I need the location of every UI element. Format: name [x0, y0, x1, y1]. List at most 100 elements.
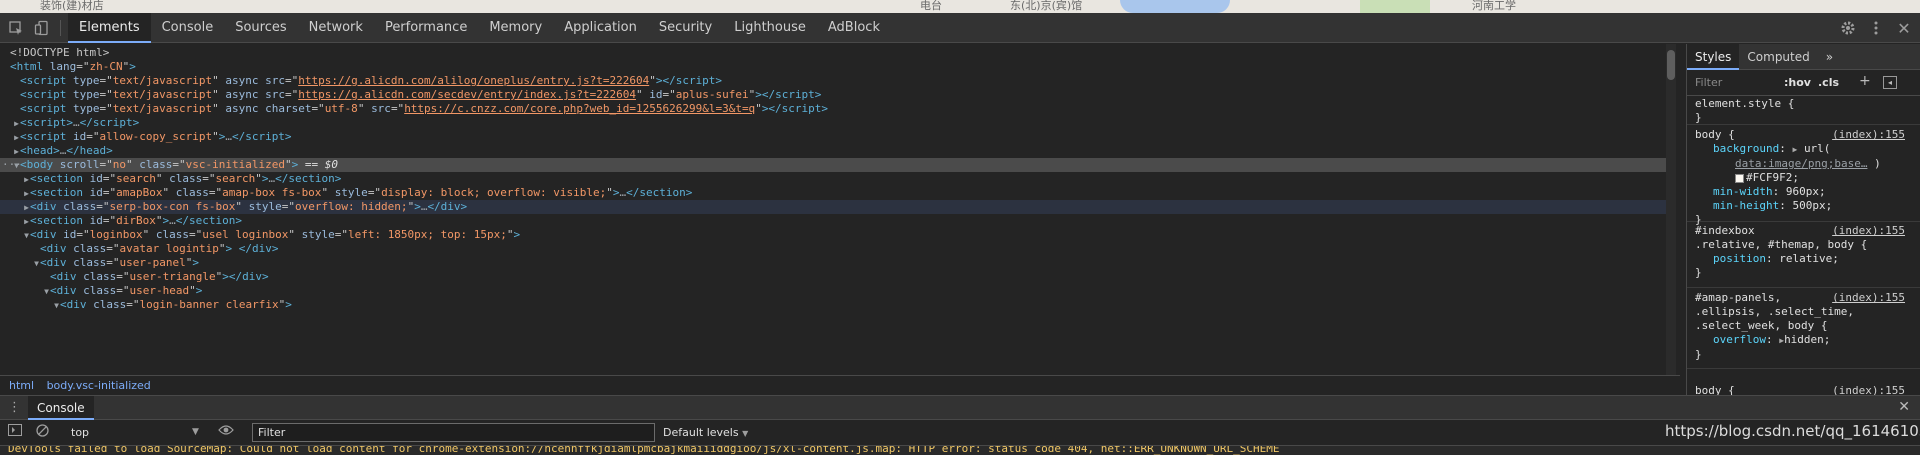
bg-text: 装饰(建)材店	[40, 0, 104, 12]
tab-elements[interactable]: Elements	[68, 13, 151, 43]
close-drawer-icon[interactable]: ✕	[1898, 399, 1910, 415]
map-park	[1360, 0, 1430, 13]
console-drawer: ⋮ Console ✕ top ▼ Filter Default levels …	[0, 395, 1920, 455]
rule-source-link[interactable]: (index):155	[1832, 128, 1905, 142]
tab-computed[interactable]: Computed	[1739, 44, 1817, 70]
tab-styles[interactable]: Styles	[1687, 44, 1740, 70]
dom-node-line[interactable]: ··· ▼<body scroll="no" class="vsc-initial…	[0, 158, 1670, 172]
rule-selector: #amap-panels,	[1695, 291, 1782, 304]
toggle-sidebar-icon[interactable]: ◂	[1883, 76, 1897, 89]
css-prop-value[interactable]: 960px;	[1786, 185, 1826, 198]
watermark-text: https://blog.csdn.net/qq_16146103	[1665, 422, 1920, 440]
rule-close: }	[1695, 111, 1702, 124]
background-page-strip: 装饰(建)材店 东(北)京(宾)馆 河南工学 电台	[0, 0, 1920, 13]
styles-filter-row: Filter :hov .cls + ◂	[1687, 70, 1920, 96]
more-tabs-icon[interactable]: »	[1818, 44, 1841, 70]
css-color-value[interactable]: #FCF9F2;	[1746, 171, 1799, 184]
log-levels-label: Default levels	[663, 426, 739, 439]
tab-network[interactable]: Network	[298, 13, 374, 43]
console-error-message: DevTools failed to load SourceMap: Could…	[0, 446, 1920, 455]
chevron-down-icon[interactable]: ▼	[192, 427, 199, 437]
breadcrumb-body[interactable]: body.vsc-initialized	[47, 379, 151, 392]
drawer-menu-icon[interactable]: ⋮	[8, 400, 21, 415]
dom-node-line[interactable]: <script type="text/javascript" async src…	[0, 74, 1670, 88]
dom-node-line[interactable]: ▶<script>…</script>	[0, 116, 1670, 130]
css-rule-body: body { (index):155 background: ▶ url( da…	[1687, 128, 1920, 226]
dom-node-line[interactable]: <script type="text/javascript" async cha…	[0, 102, 1670, 116]
tab-adblock[interactable]: AdBlock	[817, 13, 891, 43]
bg-text: 电台	[920, 0, 942, 12]
css-prop-value[interactable]: 500px;	[1792, 199, 1832, 212]
css-prop-name[interactable]: position	[1695, 252, 1766, 265]
dom-node-line[interactable]: ▼<div id="loginbox" class="usel loginbox…	[0, 228, 1670, 242]
rule-selector: .relative, #themap, body {	[1695, 238, 1868, 251]
styles-filter-input[interactable]: Filter	[1695, 76, 1722, 89]
css-url-value[interactable]: data:image/png;base…	[1735, 157, 1867, 170]
dom-node-line[interactable]: ▶<section id="dirBox">…</section>	[0, 214, 1670, 228]
dom-node-line[interactable]: <!DOCTYPE html>	[0, 46, 1670, 60]
dom-node-line[interactable]: <script type="text/javascript" async src…	[0, 88, 1670, 102]
inspect-element-icon[interactable]	[2, 13, 30, 43]
rule-close: }	[1695, 266, 1702, 279]
css-rule-amap-panels: #amap-panels, (index):155 .ellipsis, .se…	[1687, 291, 1920, 369]
css-prop-value[interactable]: url(	[1804, 142, 1831, 155]
settings-gear-icon[interactable]	[1834, 13, 1862, 43]
styles-tabs: Styles Computed »	[1687, 44, 1920, 70]
more-options-icon[interactable]	[1862, 13, 1890, 43]
dom-node-line[interactable]: ▶<head>…</head>	[0, 144, 1670, 158]
log-levels-dropdown[interactable]: Default levels ▼	[663, 426, 748, 439]
rule-selector: body {	[1695, 128, 1735, 141]
color-swatch[interactable]	[1735, 173, 1744, 183]
dom-node-line[interactable]: ▶<script id="allow-copy_script">…</scrip…	[0, 130, 1670, 144]
dom-node-line[interactable]: ▼<div class="user-head">	[0, 284, 1670, 298]
tab-memory[interactable]: Memory	[478, 13, 553, 43]
dom-node-line[interactable]: ▶<section id="search" class="search">…</…	[0, 172, 1670, 186]
rule-source-link[interactable]: (index):155	[1832, 291, 1905, 305]
styles-pane: Styles Computed » Filter :hov .cls + ◂ e…	[1686, 44, 1920, 395]
rule-selector: body {	[1695, 384, 1735, 395]
css-prop-name[interactable]: min-width	[1695, 185, 1773, 198]
css-prop-value[interactable]: hidden;	[1784, 333, 1830, 346]
cls-toggle[interactable]: .cls	[1818, 76, 1839, 89]
device-toolbar-icon[interactable]	[28, 13, 56, 43]
panel-tabs: Elements Console Sources Network Perform…	[68, 13, 891, 43]
console-filter-input[interactable]: Filter	[252, 423, 655, 442]
rule-close: }	[1695, 348, 1702, 361]
dom-node-line[interactable]: ▼<div class="login-banner clearfix">	[0, 298, 1670, 312]
clear-console-icon[interactable]	[36, 424, 49, 441]
css-prop-name[interactable]: overflow	[1695, 333, 1766, 346]
tab-console[interactable]: Console	[151, 13, 225, 43]
rule-source-link[interactable]: (index):155	[1832, 384, 1905, 395]
bg-text: 东(北)京(宾)馆	[1010, 0, 1083, 12]
dom-node-line[interactable]: ▶<section id="amapBox" class="amap-box f…	[0, 186, 1670, 200]
tab-sources[interactable]: Sources	[224, 13, 297, 43]
scrollbar-thumb[interactable]	[1667, 50, 1675, 80]
rule-selector: element.style {	[1695, 97, 1795, 110]
tab-application[interactable]: Application	[553, 13, 648, 43]
close-devtools-icon[interactable]: ✕	[1890, 13, 1918, 43]
tab-performance[interactable]: Performance	[374, 13, 478, 43]
tab-lighthouse[interactable]: Lighthouse	[723, 13, 817, 43]
css-prop-name[interactable]: background	[1695, 142, 1779, 155]
dom-node-line[interactable]: ▶<div class="serp-box-con fs-box" style=…	[0, 200, 1670, 214]
css-prop-name[interactable]: min-height	[1695, 199, 1779, 212]
tab-security[interactable]: Security	[648, 13, 723, 43]
breadcrumb-html[interactable]: html	[9, 379, 34, 392]
context-selector[interactable]: top	[71, 426, 89, 439]
rule-selector: .select_week, body {	[1695, 319, 1828, 332]
hov-toggle[interactable]: :hov	[1784, 76, 1811, 89]
dom-node-line[interactable]: <html lang="zh-CN">	[0, 60, 1670, 74]
drawer-tab-console[interactable]: Console	[28, 396, 94, 420]
dom-node-line[interactable]: <div class="user-triangle"></div>	[0, 270, 1670, 284]
error-text: DevTools failed to load SourceMap: Could…	[8, 446, 1280, 455]
breadcrumb: html body.vsc-initialized	[0, 375, 1680, 395]
css-prop-value[interactable]: relative;	[1779, 252, 1839, 265]
dom-node-line[interactable]: <div class="avatar logintip"> </div>	[0, 242, 1670, 256]
eye-icon[interactable]	[218, 424, 234, 440]
elements-tree: <!DOCTYPE html> <html lang="zh-CN"> <scrip…	[0, 44, 1680, 375]
dom-node-line[interactable]: ▼<div class="user-panel">	[0, 256, 1670, 270]
console-sidebar-icon[interactable]	[8, 424, 22, 440]
new-rule-icon[interactable]: +	[1859, 73, 1871, 89]
rule-source-link[interactable]: (index):155	[1832, 224, 1905, 238]
elements-scrollbar[interactable]	[1666, 44, 1676, 375]
